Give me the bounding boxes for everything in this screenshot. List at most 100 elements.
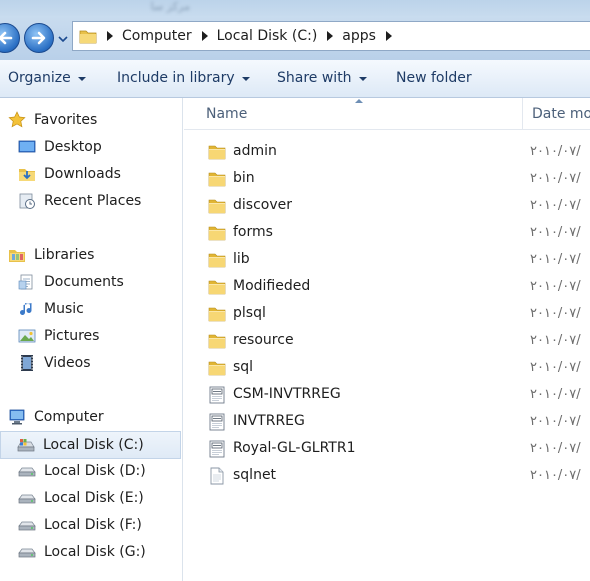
share-with-menu[interactable]: Share with [277, 70, 367, 86]
file-row[interactable]: bin ۲۰۱۰/۰۷/ [184, 166, 590, 193]
file-date-modified: ۲۰۱۰/۰۷/ [530, 225, 581, 240]
nav-favorites[interactable]: Favorites [8, 108, 97, 132]
breadcrumb-computer[interactable]: Computer [97, 28, 192, 44]
file-row[interactable]: sqlnet ۲۰۱۰/۰۷/ [184, 463, 590, 490]
nav-item-videos[interactable]: Videos [18, 351, 91, 375]
file-row[interactable]: Modifieded ۲۰۱۰/۰۷/ [184, 274, 590, 301]
file-row[interactable]: INVTRREG ۲۰۱۰/۰۷/ [184, 409, 590, 436]
file-row[interactable]: forms ۲۰۱۰/۰۷/ [184, 220, 590, 247]
breadcrumb-local-disk[interactable]: Local Disk (C:) [192, 28, 318, 44]
file-name[interactable]: discover [233, 197, 292, 213]
breadcrumb-separator-icon[interactable] [327, 31, 334, 41]
file-date-modified: ۲۰۱۰/۰۷/ [530, 306, 581, 321]
file-name[interactable]: admin [233, 143, 277, 159]
address-bar[interactable]: Computer Local Disk (C:) apps [72, 21, 590, 51]
file-name[interactable]: Modifieded [233, 278, 310, 294]
nav-libraries[interactable]: Libraries [8, 243, 94, 267]
nav-computer-label[interactable]: Computer [34, 409, 104, 425]
nav-item-label[interactable]: Local Disk (F:) [44, 517, 142, 533]
column-header-date-modified[interactable]: Date mo [532, 106, 590, 122]
file-name[interactable]: INVTRREG [233, 413, 305, 429]
nav-item-label[interactable]: Documents [44, 274, 124, 290]
nav-item-local-disk-g[interactable]: Local Disk (G:) [18, 540, 146, 564]
nav-libraries-label[interactable]: Libraries [34, 247, 94, 263]
folder-icon [208, 332, 226, 350]
file-name[interactable]: sqlnet [233, 467, 276, 483]
folder-icon [208, 197, 226, 215]
nav-item-desktop[interactable]: Desktop [18, 135, 102, 159]
nav-item-label[interactable]: Local Disk (E:) [44, 490, 144, 506]
file-date-modified: ۲۰۱۰/۰۷/ [530, 387, 581, 402]
nav-item-label[interactable]: Local Disk (G:) [44, 544, 146, 560]
organize-menu[interactable]: Organize [8, 70, 86, 86]
organize-label[interactable]: Organize [8, 70, 71, 86]
nav-item-label[interactable]: Music [44, 301, 84, 317]
file-row[interactable]: sql ۲۰۱۰/۰۷/ [184, 355, 590, 382]
nav-item-label[interactable]: Pictures [44, 328, 99, 344]
pictures-icon [18, 327, 36, 345]
recent-pages-dropdown[interactable] [58, 34, 68, 44]
nav-item-downloads[interactable]: Downloads [18, 162, 121, 186]
column-header-name[interactable]: Name [206, 106, 247, 122]
chevron-down-icon [77, 77, 86, 81]
file-name[interactable]: resource [233, 332, 294, 348]
hard-drive-icon [18, 543, 36, 561]
nav-item-label[interactable]: Downloads [44, 166, 121, 182]
column-divider[interactable] [522, 98, 523, 130]
nav-item-local-disk-f[interactable]: Local Disk (F:) [18, 513, 142, 537]
downloads-folder-icon [18, 165, 36, 183]
file-list-pane: Name Date mo admin ۲۰۱۰/۰۷/bin ۲۰۱۰/۰۷/dis… [184, 98, 590, 581]
nav-favorites-label[interactable]: Favorites [34, 112, 97, 128]
breadcrumb-apps[interactable]: apps [317, 28, 401, 44]
nav-item-label[interactable]: Desktop [44, 139, 102, 155]
breadcrumb-separator-icon[interactable] [385, 31, 392, 41]
breadcrumb-label[interactable]: Computer [122, 28, 192, 44]
hard-drive-icon [18, 516, 36, 534]
forward-button[interactable] [24, 23, 54, 53]
back-button[interactable] [0, 23, 20, 53]
new-folder-button[interactable]: New folder [396, 70, 472, 86]
file-name[interactable]: Royal-GL-GLRTR1 [233, 440, 356, 456]
file-row[interactable]: Royal-GL-GLRTR1 ۲۰۱۰/۰۷/ [184, 436, 590, 463]
file-name[interactable]: sql [233, 359, 253, 375]
nav-item-local-disk-c[interactable]: Local Disk (C:) [0, 431, 181, 459]
computer-icon [8, 408, 26, 426]
include-in-library-menu[interactable]: Include in library [117, 70, 250, 86]
file-name[interactable]: bin [233, 170, 255, 186]
breadcrumb-label[interactable]: Local Disk (C:) [217, 28, 318, 44]
file-row[interactable]: CSM-INVTRREG ۲۰۱۰/۰۷/ [184, 382, 590, 409]
nav-computer[interactable]: Computer [8, 405, 104, 429]
nav-item-label[interactable]: Local Disk (D:) [44, 463, 146, 479]
nav-item-local-disk-e[interactable]: Local Disk (E:) [18, 486, 144, 510]
file-name[interactable]: lib [233, 251, 250, 267]
include-in-library-label[interactable]: Include in library [117, 70, 235, 86]
hard-drive-icon [18, 462, 36, 480]
file-row[interactable]: lib ۲۰۱۰/۰۷/ [184, 247, 590, 274]
nav-item-recent-places[interactable]: Recent Places [18, 189, 141, 213]
share-with-label[interactable]: Share with [277, 70, 352, 86]
nav-item-pictures[interactable]: Pictures [18, 324, 99, 348]
file-date-modified: ۲۰۱۰/۰۷/ [530, 252, 581, 267]
nav-item-label[interactable]: Local Disk (C:) [43, 437, 144, 453]
file-row[interactable]: plsql ۲۰۱۰/۰۷/ [184, 301, 590, 328]
nav-item-music[interactable]: Music [18, 297, 84, 321]
nav-item-label[interactable]: Recent Places [44, 193, 141, 209]
breadcrumb-label[interactable]: apps [342, 28, 376, 44]
breadcrumb-separator-icon[interactable] [107, 31, 113, 41]
file-name[interactable]: CSM-INVTRREG [233, 386, 341, 402]
libraries-icon [8, 246, 26, 264]
nav-item-local-disk-d[interactable]: Local Disk (D:) [18, 459, 146, 483]
file-row[interactable]: admin ۲۰۱۰/۰۷/ [184, 139, 590, 166]
nav-item-documents[interactable]: Documents [18, 270, 124, 294]
file-name[interactable]: plsql [233, 305, 266, 321]
file-name[interactable]: forms [233, 224, 273, 240]
nav-item-label[interactable]: Videos [44, 355, 91, 371]
config-file-icon [208, 386, 226, 404]
new-folder-label[interactable]: New folder [396, 70, 472, 86]
documents-icon [18, 273, 36, 291]
folder-icon [79, 30, 97, 44]
arrow-right-icon [31, 31, 46, 45]
breadcrumb-separator-icon[interactable] [201, 31, 208, 41]
file-row[interactable]: resource ۲۰۱۰/۰۷/ [184, 328, 590, 355]
file-row[interactable]: discover ۲۰۱۰/۰۷/ [184, 193, 590, 220]
